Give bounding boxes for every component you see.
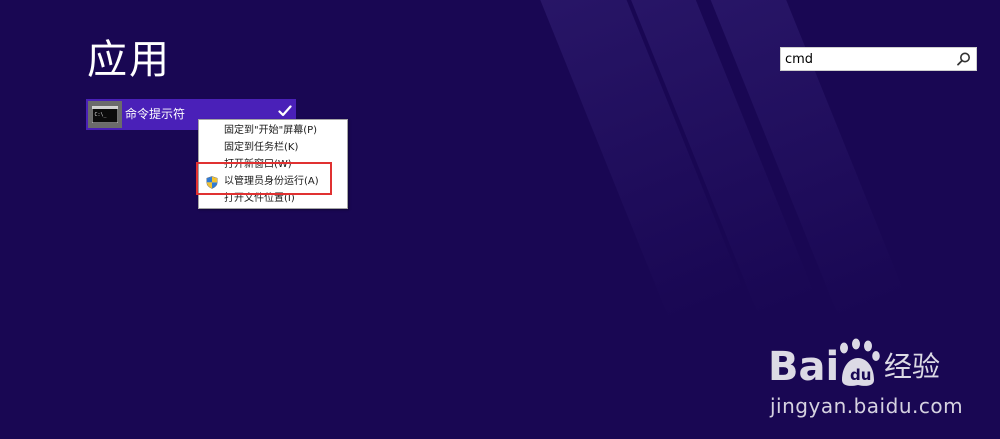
menu-item-label: 固定到任务栏(K) [224, 142, 299, 153]
check-icon [278, 102, 292, 117]
svg-text:C:\_: C:\_ [95, 112, 108, 118]
page-title: 应用 [87, 37, 171, 83]
search-icon[interactable] [955, 50, 973, 68]
menu-item-label: 打开文件位置(I) [224, 193, 295, 204]
menu-item-pin-to-start[interactable]: 固定到"开始"屏幕(P) [199, 123, 347, 139]
menu-item-pin-to-taskbar[interactable]: 固定到任务栏(K) [199, 140, 347, 156]
menu-item-label: 以管理员身份运行(A) [224, 176, 319, 187]
search-input[interactable] [785, 51, 945, 67]
menu-item-label: 固定到"开始"屏幕(P) [224, 125, 318, 136]
cmd-icon: C:\_ [91, 105, 119, 124]
svg-text:du: du [850, 366, 871, 384]
baidu-jingyan-watermark: Bai 经验 du jingyan.baidu.com [768, 330, 988, 425]
context-menu: 固定到"开始"屏幕(P) 固定到任务栏(K) 打开新窗口(W) 以管理员身份运行… [198, 119, 348, 209]
app-tile-label: 命令提示符 [125, 107, 186, 121]
menu-item-run-as-administrator[interactable]: 以管理员身份运行(A) [199, 174, 347, 190]
background-light-ray [535, 0, 745, 322]
start-screen: 应用 C:\_ 命令提示符 [0, 0, 1000, 439]
svg-text:经验: 经验 [884, 350, 940, 383]
tile-icon-background: C:\_ [88, 101, 122, 128]
menu-item-open-new-window[interactable]: 打开新窗口(W) [199, 157, 347, 173]
search-box[interactable] [780, 47, 977, 71]
baidu-logo: Bai 经验 du [768, 338, 940, 390]
svg-text:Bai: Bai [768, 344, 839, 390]
watermark-url: jingyan.baidu.com [770, 394, 964, 418]
shield-icon [206, 176, 218, 189]
menu-item-label: 打开新窗口(W) [224, 159, 292, 170]
menu-item-open-file-location[interactable]: 打开文件位置(I) [199, 191, 347, 207]
